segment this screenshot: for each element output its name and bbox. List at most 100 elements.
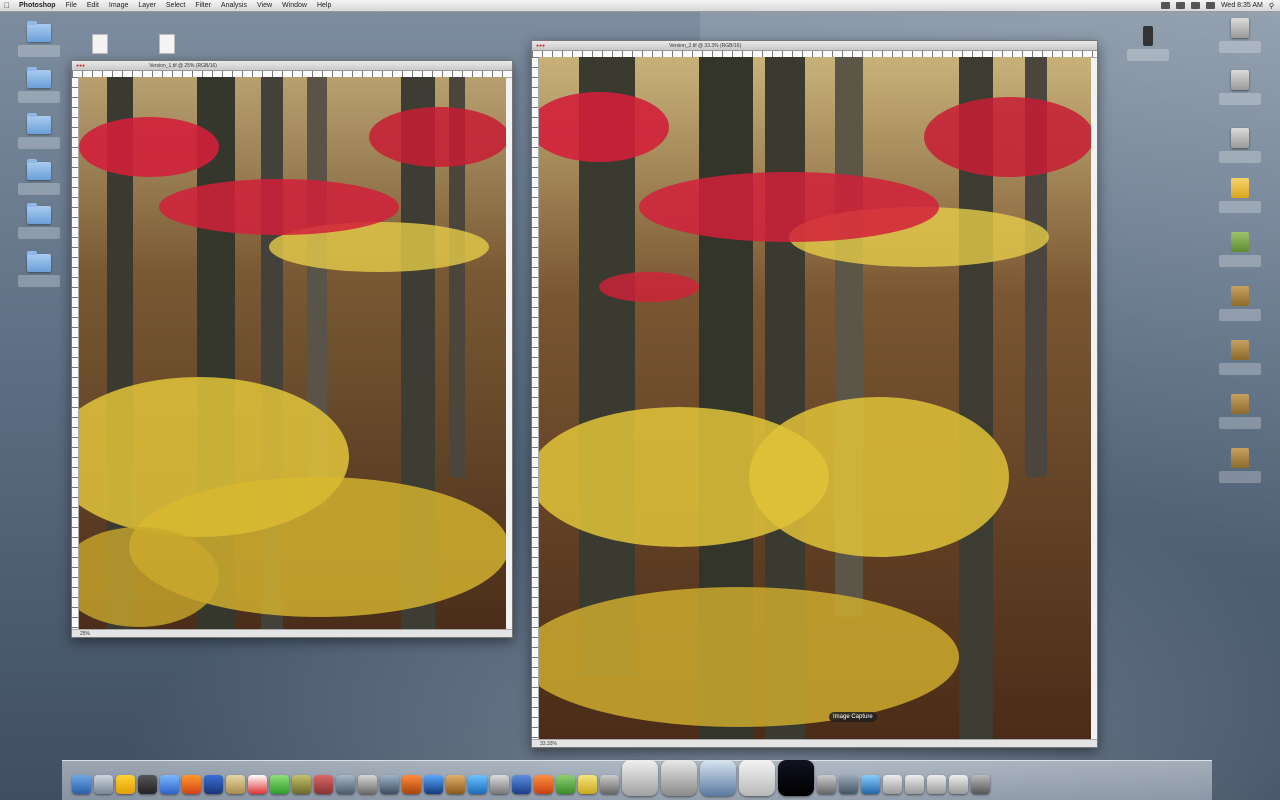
app-icon[interactable] xyxy=(600,775,619,794)
photoshop-icon[interactable] xyxy=(424,775,443,794)
finder-icon[interactable] xyxy=(72,775,91,794)
photoshop-document-window[interactable]: ●●● Version_2.tif @ 33.3% (RGB/16) 33.33… xyxy=(531,40,1098,748)
calendar-icon[interactable] xyxy=(248,775,267,794)
desktop-folder[interactable] xyxy=(17,113,61,149)
app-icon[interactable] xyxy=(116,775,135,794)
menu-view[interactable]: View xyxy=(252,2,277,9)
desktop-folder-label xyxy=(18,227,60,239)
window-controls-icon[interactable]: ●●● xyxy=(76,63,85,69)
menu-bar:  Photoshop File Edit Image Layer Select… xyxy=(0,0,1280,12)
desktop-folder-label xyxy=(18,45,60,57)
battery-icon[interactable] xyxy=(1205,2,1215,9)
menu-image[interactable]: Image xyxy=(104,2,133,9)
app-icon[interactable] xyxy=(138,775,157,794)
document-stack-icon[interactable] xyxy=(883,775,902,794)
vertical-ruler[interactable] xyxy=(532,57,539,740)
menu-app-photoshop[interactable]: Photoshop xyxy=(14,2,61,9)
app-icon[interactable] xyxy=(292,775,311,794)
image-file-icon xyxy=(1231,448,1249,468)
document-stack-icon[interactable] xyxy=(927,775,946,794)
app-icon[interactable] xyxy=(468,775,487,794)
image-file-icon xyxy=(1231,340,1249,360)
app-icon[interactable] xyxy=(817,775,836,794)
image-canvas[interactable] xyxy=(539,57,1091,739)
menu-edit[interactable]: Edit xyxy=(82,2,104,9)
forest-photo xyxy=(539,57,1091,739)
window-controls-icon[interactable]: ●●● xyxy=(536,43,545,49)
installer-icon xyxy=(1231,178,1249,198)
zoom-level[interactable]: 25% xyxy=(80,631,90,637)
desktop-file[interactable] xyxy=(1218,232,1262,267)
image-capture-icon[interactable] xyxy=(700,760,736,796)
app-icon[interactable] xyxy=(490,775,509,794)
zoom-level[interactable]: 33.33% xyxy=(540,741,557,747)
app-icon[interactable] xyxy=(839,775,858,794)
app-icon[interactable] xyxy=(556,775,575,794)
window-status-bar: 33.33% xyxy=(532,739,1097,747)
menu-select[interactable]: Select xyxy=(161,2,190,9)
desktop-file[interactable] xyxy=(1218,178,1262,213)
desktop-file[interactable] xyxy=(1218,286,1262,321)
app-icon[interactable] xyxy=(358,775,377,794)
app-icon[interactable] xyxy=(314,775,333,794)
desktop-file[interactable] xyxy=(1218,340,1262,375)
document-stack-icon[interactable] xyxy=(949,775,968,794)
menu-analysis[interactable]: Analysis xyxy=(216,2,252,9)
drive-app-icon[interactable] xyxy=(661,760,697,796)
desktop-file-label xyxy=(1219,309,1261,321)
app-icon[interactable] xyxy=(622,760,658,796)
desktop-drive[interactable] xyxy=(1218,70,1262,105)
desktop-document[interactable] xyxy=(78,34,122,54)
desktop-folder[interactable] xyxy=(17,21,61,57)
window-title-bar[interactable]: ●●● Version_2.tif @ 33.3% (RGB/16) xyxy=(532,41,1097,51)
desktop-file[interactable] xyxy=(1218,394,1262,429)
menu-help[interactable]: Help xyxy=(312,2,336,9)
image-file-icon xyxy=(1231,232,1249,252)
app-icon[interactable] xyxy=(270,775,289,794)
menu-clock[interactable]: Wed 8:35 AM xyxy=(1221,2,1263,9)
preview-icon[interactable] xyxy=(336,775,355,794)
stickies-icon[interactable] xyxy=(578,775,597,794)
desktop-document[interactable] xyxy=(145,34,189,54)
desktop-folder[interactable] xyxy=(17,67,61,103)
volume-icon[interactable] xyxy=(1190,2,1200,9)
desktop-folder[interactable] xyxy=(17,159,61,195)
desktop-file-label xyxy=(1219,255,1261,267)
wifi-icon[interactable] xyxy=(1175,2,1185,9)
system-preferences-icon[interactable] xyxy=(94,775,113,794)
textedit-icon[interactable] xyxy=(739,760,775,796)
desktop-file[interactable] xyxy=(1218,448,1262,483)
menu-window[interactable]: Window xyxy=(277,2,312,9)
desktop-file-label xyxy=(1219,363,1261,375)
image-canvas[interactable] xyxy=(79,77,506,629)
desktop-folder[interactable] xyxy=(17,251,61,287)
apple-menu-icon[interactable]:  xyxy=(0,1,14,10)
bluetooth-icon[interactable] xyxy=(1160,2,1170,9)
window-title-bar[interactable]: ●●● Version_1.tif @ 25% (RGB/16) xyxy=(72,61,512,71)
globe-icon[interactable] xyxy=(204,775,223,794)
spotlight-icon[interactable]: ⚲ xyxy=(1269,2,1274,10)
word-icon[interactable] xyxy=(512,775,531,794)
menu-file[interactable]: File xyxy=(61,2,82,9)
activity-monitor-icon[interactable] xyxy=(778,760,814,796)
firefox-icon[interactable] xyxy=(182,775,201,794)
vertical-ruler[interactable] xyxy=(72,77,79,630)
hard-drive-icon xyxy=(1231,18,1249,38)
desktop-device[interactable] xyxy=(1126,26,1170,61)
document-icon xyxy=(92,34,108,54)
skype-icon[interactable] xyxy=(861,775,880,794)
address-book-icon[interactable] xyxy=(226,775,245,794)
desktop-folder[interactable] xyxy=(17,203,61,239)
trash-icon[interactable] xyxy=(971,775,990,794)
desktop-drive[interactable] xyxy=(1218,128,1262,163)
safari-icon[interactable] xyxy=(160,775,179,794)
photoshop-document-window[interactable]: ●●● Version_1.tif @ 25% (RGB/16) 25% xyxy=(71,60,513,638)
bridge-icon[interactable] xyxy=(402,775,421,794)
menu-filter[interactable]: Filter xyxy=(190,2,216,9)
desktop-drive[interactable] xyxy=(1218,18,1262,53)
menu-layer[interactable]: Layer xyxy=(133,2,161,9)
lightroom-icon[interactable] xyxy=(380,775,399,794)
document-stack-icon[interactable] xyxy=(905,775,924,794)
app-icon[interactable] xyxy=(446,775,465,794)
powerpoint-icon[interactable] xyxy=(534,775,553,794)
